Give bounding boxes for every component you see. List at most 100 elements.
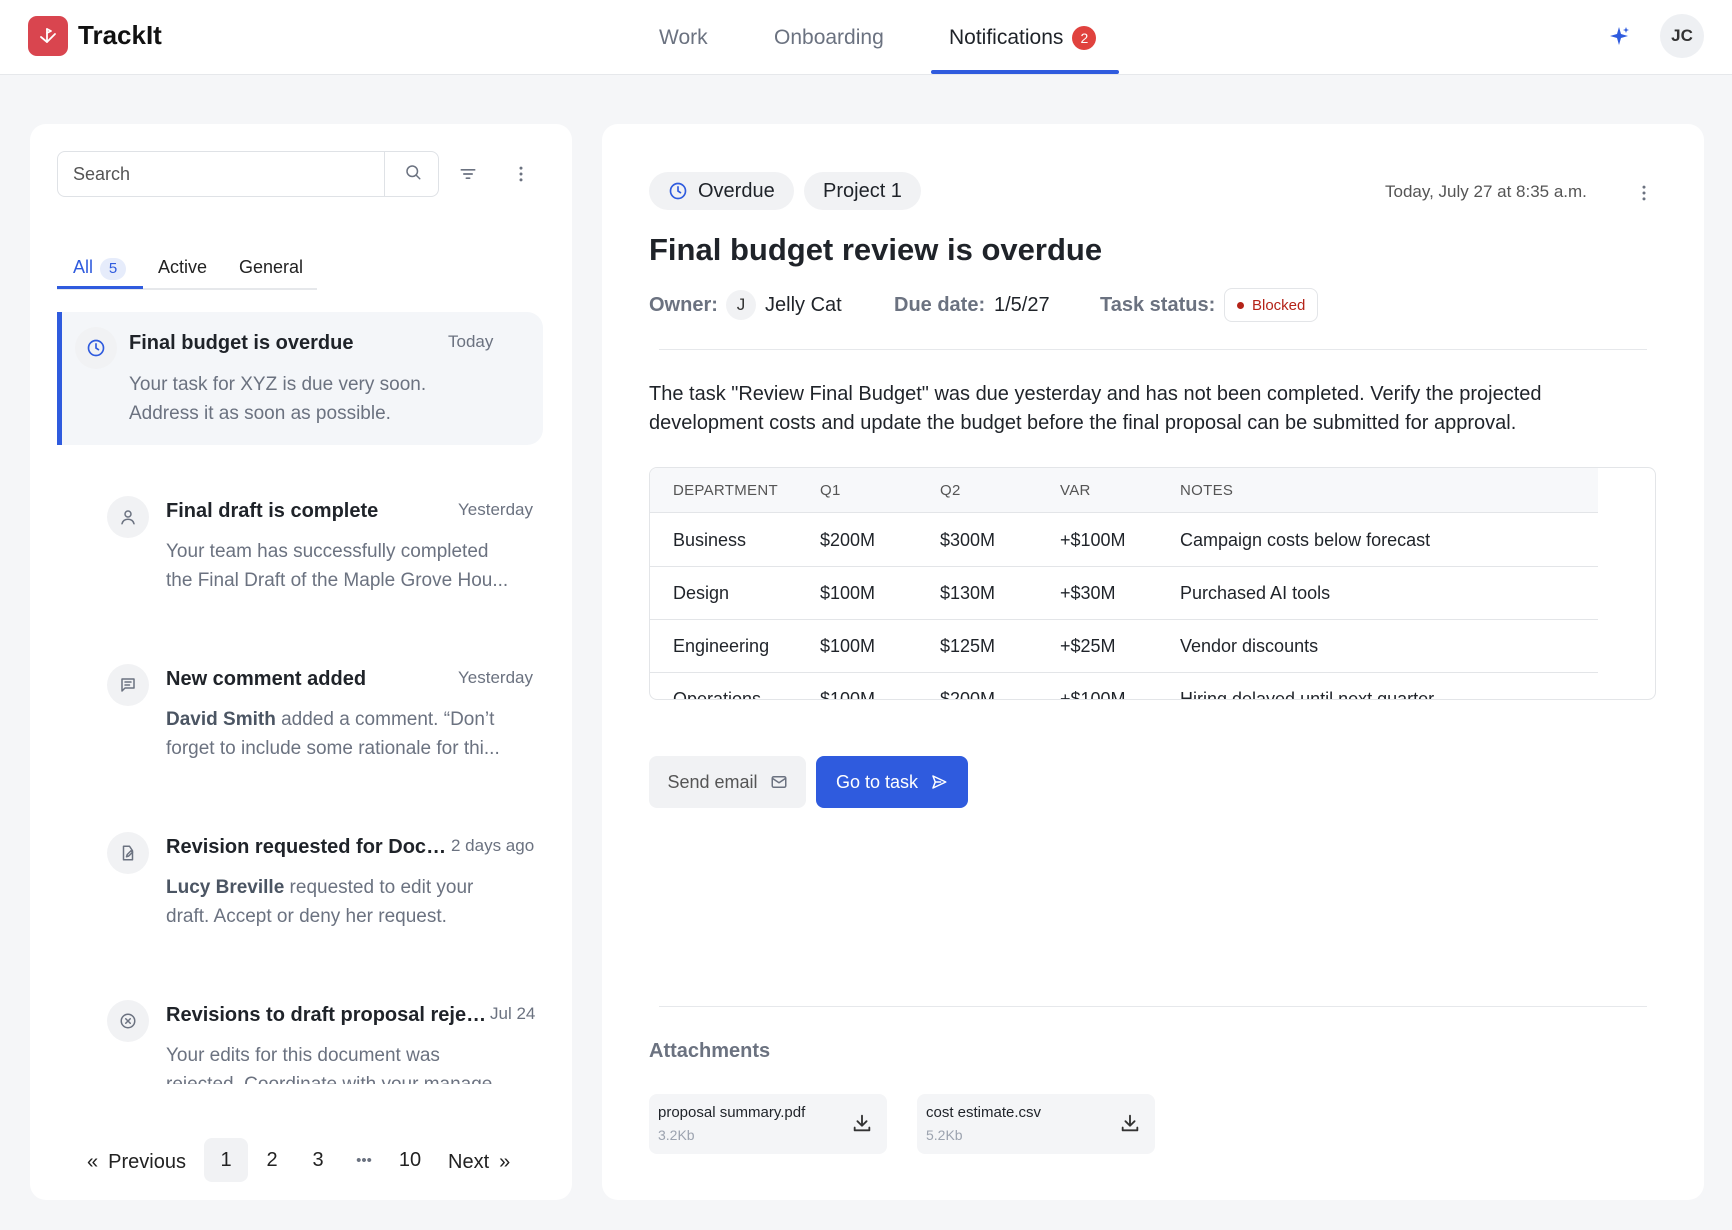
notification-title: New comment added	[166, 668, 367, 690]
go-to-task-button[interactable]: Go to task	[816, 756, 968, 808]
send-email-button[interactable]: Send email	[649, 756, 806, 808]
double-chevron-left-icon: «	[87, 1150, 99, 1173]
page-button-3[interactable]: 3	[296, 1138, 340, 1182]
column-header: Q1	[820, 482, 841, 499]
table-row: Operations $100M $200M +$100M Hiring del…	[650, 673, 1598, 700]
notification-time: Today	[448, 332, 494, 351]
nav-active-indicator	[931, 70, 1119, 74]
filter-icon[interactable]	[453, 159, 483, 189]
notification-body-text: requested to edit your	[284, 877, 474, 898]
overdue-tag[interactable]: Overdue	[649, 172, 794, 210]
project-tag[interactable]: Project 1	[804, 172, 921, 210]
tab-general[interactable]: General	[239, 257, 303, 278]
attachment-card[interactable]: cost estimate.csv 5.2Kb	[917, 1094, 1155, 1154]
user-icon	[107, 496, 149, 538]
table-cell: $100M	[820, 583, 876, 603]
table-header: DEPARTMENT Q1 Q2 VAR NOTES	[650, 468, 1598, 513]
table-cell: Design	[673, 583, 730, 603]
divider	[659, 349, 1647, 350]
send-arrow-icon	[930, 773, 948, 791]
search-box	[57, 151, 439, 197]
notification-detail-panel: Overdue Project 1 Today, July 27 at 8:35…	[602, 124, 1704, 1200]
notification-body-line: rejected. Coordinate with your manage...	[166, 1070, 542, 1084]
notification-body-line: Address it as soon as possible.	[129, 403, 391, 424]
attachment-size: 5.2Kb	[926, 1127, 963, 1143]
user-avatar[interactable]: JC	[1660, 14, 1704, 58]
notification-time: 2 days ago	[451, 836, 535, 855]
nav-work[interactable]: Work	[659, 0, 708, 75]
app-logo-icon[interactable]	[28, 16, 68, 56]
edit-doc-icon	[107, 832, 149, 874]
notification-body-line: forget to include some rationale for thi…	[166, 738, 500, 759]
notification-body-line: the Final Draft of the Maple Grove Hou..…	[166, 570, 509, 591]
attachment-name: cost estimate.csv	[926, 1104, 1042, 1121]
nav-notifications-label: Notifications	[949, 25, 1064, 49]
table-cell: $300M	[940, 530, 996, 550]
top-header: TrackIt Work Onboarding Notifications 2 …	[0, 0, 1732, 75]
notification-item[interactable]: Revision requested for Docu... 2 days ag…	[57, 814, 543, 944]
double-chevron-right-icon: »	[499, 1150, 511, 1173]
search-button[interactable]	[384, 152, 440, 196]
owner-label: Owner:	[649, 294, 718, 316]
table-cell: Purchased AI tools	[1180, 583, 1331, 603]
nav-notifications[interactable]: Notifications 2	[949, 0, 1097, 75]
notification-body: Your team has successfully completed the…	[166, 537, 542, 595]
table-cell: $200M	[940, 689, 996, 700]
go-to-task-label: Go to task	[835, 771, 919, 792]
detail-more-options-icon[interactable]	[1629, 178, 1659, 208]
notification-body: Your edits for this document was rejecte…	[166, 1041, 542, 1084]
search-icon	[404, 163, 422, 186]
nav-onboarding-label: Onboarding	[774, 25, 884, 49]
request-author: Lucy Breville	[166, 877, 285, 898]
pagination-previous[interactable]: « Previous	[87, 1140, 186, 1184]
table-row: Engineering $100M $125M +$25M Vendor dis…	[650, 620, 1598, 673]
notification-body-line: Lucy Breville requested to edit your	[166, 873, 542, 902]
table-cell: Engineering	[673, 636, 770, 656]
table-cell: +$30M	[1060, 583, 1116, 603]
page-button-2[interactable]: 2	[250, 1138, 294, 1182]
notification-item[interactable]: Final budget is overdue Today Your task …	[57, 312, 543, 445]
comment-author: David Smith	[166, 709, 276, 730]
project-tag-label: Project 1	[823, 179, 902, 202]
owner-name: Jelly Cat	[765, 294, 842, 316]
column-header: VAR	[1060, 482, 1091, 499]
ai-sparkle-icon[interactable]	[1608, 24, 1632, 48]
detail-title: Final budget review is overdue	[649, 232, 1103, 267]
notification-item[interactable]: Revisions to draft proposal rejec... Jul…	[57, 982, 543, 1084]
notification-title: Revision requested for Docu...	[166, 836, 449, 858]
clock-icon	[668, 181, 688, 201]
tab-all[interactable]: All 5	[73, 257, 127, 280]
notification-body-line: draft. Accept or deny her request.	[166, 906, 447, 927]
pagination-next[interactable]: Next »	[448, 1140, 510, 1184]
table-cell: +$100M	[1060, 530, 1126, 550]
tab-all-label: All	[73, 257, 94, 277]
table-row: Business $200M $300M +$100M Campaign cos…	[650, 514, 1598, 567]
nav-onboarding[interactable]: Onboarding	[774, 0, 884, 75]
attachment-name: proposal summary.pdf	[658, 1104, 806, 1121]
table-cell: $100M	[820, 636, 876, 656]
table-cell: $100M	[820, 689, 876, 700]
budget-table: DEPARTMENT Q1 Q2 VAR NOTES Business $200…	[649, 467, 1656, 700]
page-button-1[interactable]: 1	[204, 1138, 248, 1182]
x-circle-icon	[107, 1000, 149, 1042]
attachment-size: 3.2Kb	[658, 1127, 695, 1143]
notification-time: Yesterday	[458, 668, 533, 687]
page-button-10[interactable]: 10	[388, 1138, 432, 1182]
attachment-card[interactable]: proposal summary.pdf 3.2Kb	[649, 1094, 887, 1154]
tab-active[interactable]: Active	[158, 257, 207, 278]
pagination-ellipsis: •••	[356, 1151, 372, 1169]
comment-icon	[107, 664, 149, 706]
table-cell: Business	[673, 530, 747, 550]
app-name: TrackIt	[78, 20, 162, 50]
table-cell: +$25M	[1060, 636, 1116, 656]
search-input[interactable]	[58, 152, 384, 196]
notification-item[interactable]: New comment added Yesterday David Smith …	[57, 646, 543, 776]
notification-body-line: David Smith added a comment. “Don’t	[166, 705, 542, 734]
status-dot-icon	[1237, 301, 1244, 309]
notification-body-text: added a comment. “Don’t	[275, 709, 495, 730]
download-icon[interactable]	[1119, 1112, 1143, 1136]
notification-item[interactable]: Final draft is complete Yesterday Your t…	[57, 478, 543, 608]
download-icon[interactable]	[851, 1112, 875, 1136]
more-options-icon[interactable]	[506, 159, 536, 189]
tab-active-indicator	[57, 286, 143, 289]
